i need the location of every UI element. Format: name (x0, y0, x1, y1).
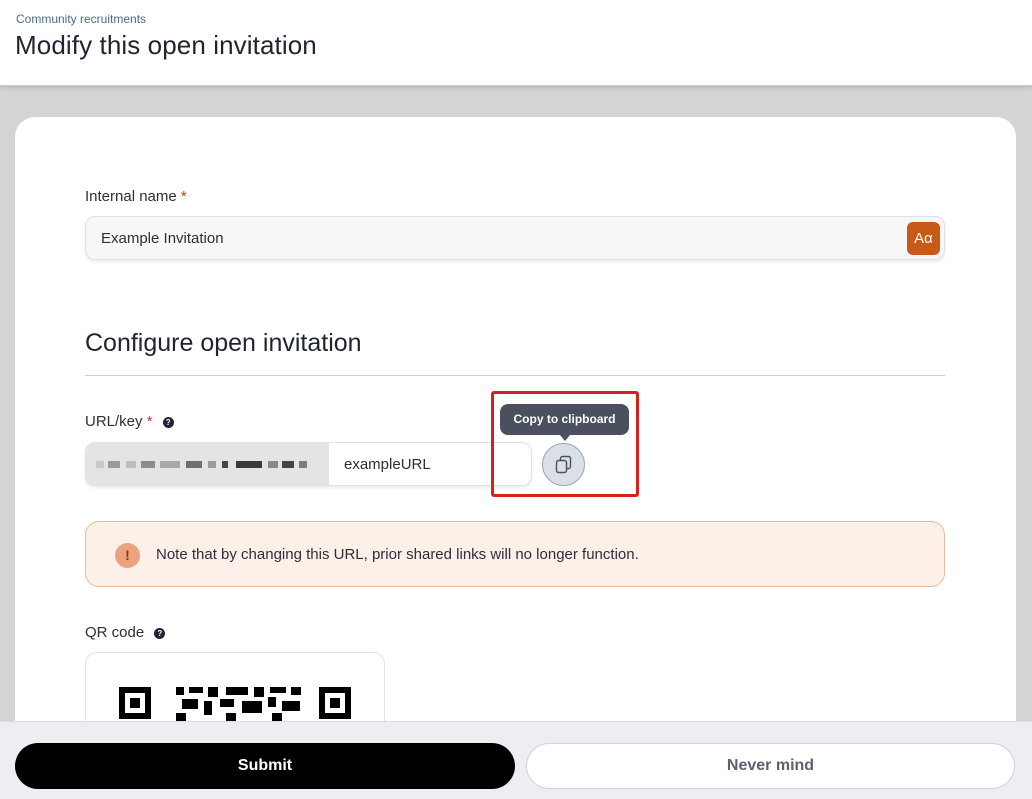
top-header: Community recruitments Modify this open … (0, 0, 1032, 86)
copy-tooltip: Copy to clipboard (500, 404, 629, 435)
never-mind-button[interactable]: Never mind (526, 743, 1015, 789)
url-prefix-redacted (86, 443, 329, 485)
help-icon[interactable]: ? (162, 416, 174, 428)
required-mark: * (146, 413, 153, 430)
qr-code-label-text: QR code (85, 624, 145, 641)
url-key-label-text: URL/key (85, 413, 143, 430)
section-title: Configure open invitation (85, 329, 362, 357)
internal-name-label-text: Internal name (85, 188, 177, 205)
form-footer: Submit Never mind (0, 721, 1032, 799)
text-format-button[interactable]: Aα (907, 222, 940, 255)
help-icon[interactable]: ? (154, 627, 166, 639)
internal-name-label: Internal name * (85, 188, 187, 205)
submit-button[interactable]: Submit (15, 743, 515, 789)
tooltip-arrow (560, 435, 570, 441)
internal-name-value: Example Invitation (101, 230, 224, 247)
url-change-notice: ! Note that by changing this URL, prior … (85, 521, 945, 587)
qr-code-label: QR code ? (85, 624, 166, 641)
page-title: Modify this open invitation (15, 30, 317, 60)
section-divider (85, 375, 945, 376)
notice-text: Note that by changing this URL, prior sh… (156, 546, 639, 563)
required-mark: * (180, 188, 187, 205)
copy-icon (555, 455, 572, 474)
internal-name-input[interactable]: Example Invitation Aα (85, 216, 945, 260)
warning-icon: ! (115, 543, 140, 568)
url-key-input-group[interactable]: exampleURL (85, 442, 532, 486)
url-key-value: exampleURL (344, 456, 431, 473)
form-card: Internal name * Example Invitation Aα Co… (15, 117, 1016, 799)
copy-to-clipboard-button[interactable] (542, 443, 585, 486)
url-key-label: URL/key * ? (85, 413, 174, 430)
breadcrumb[interactable]: Community recruitments (16, 12, 146, 26)
